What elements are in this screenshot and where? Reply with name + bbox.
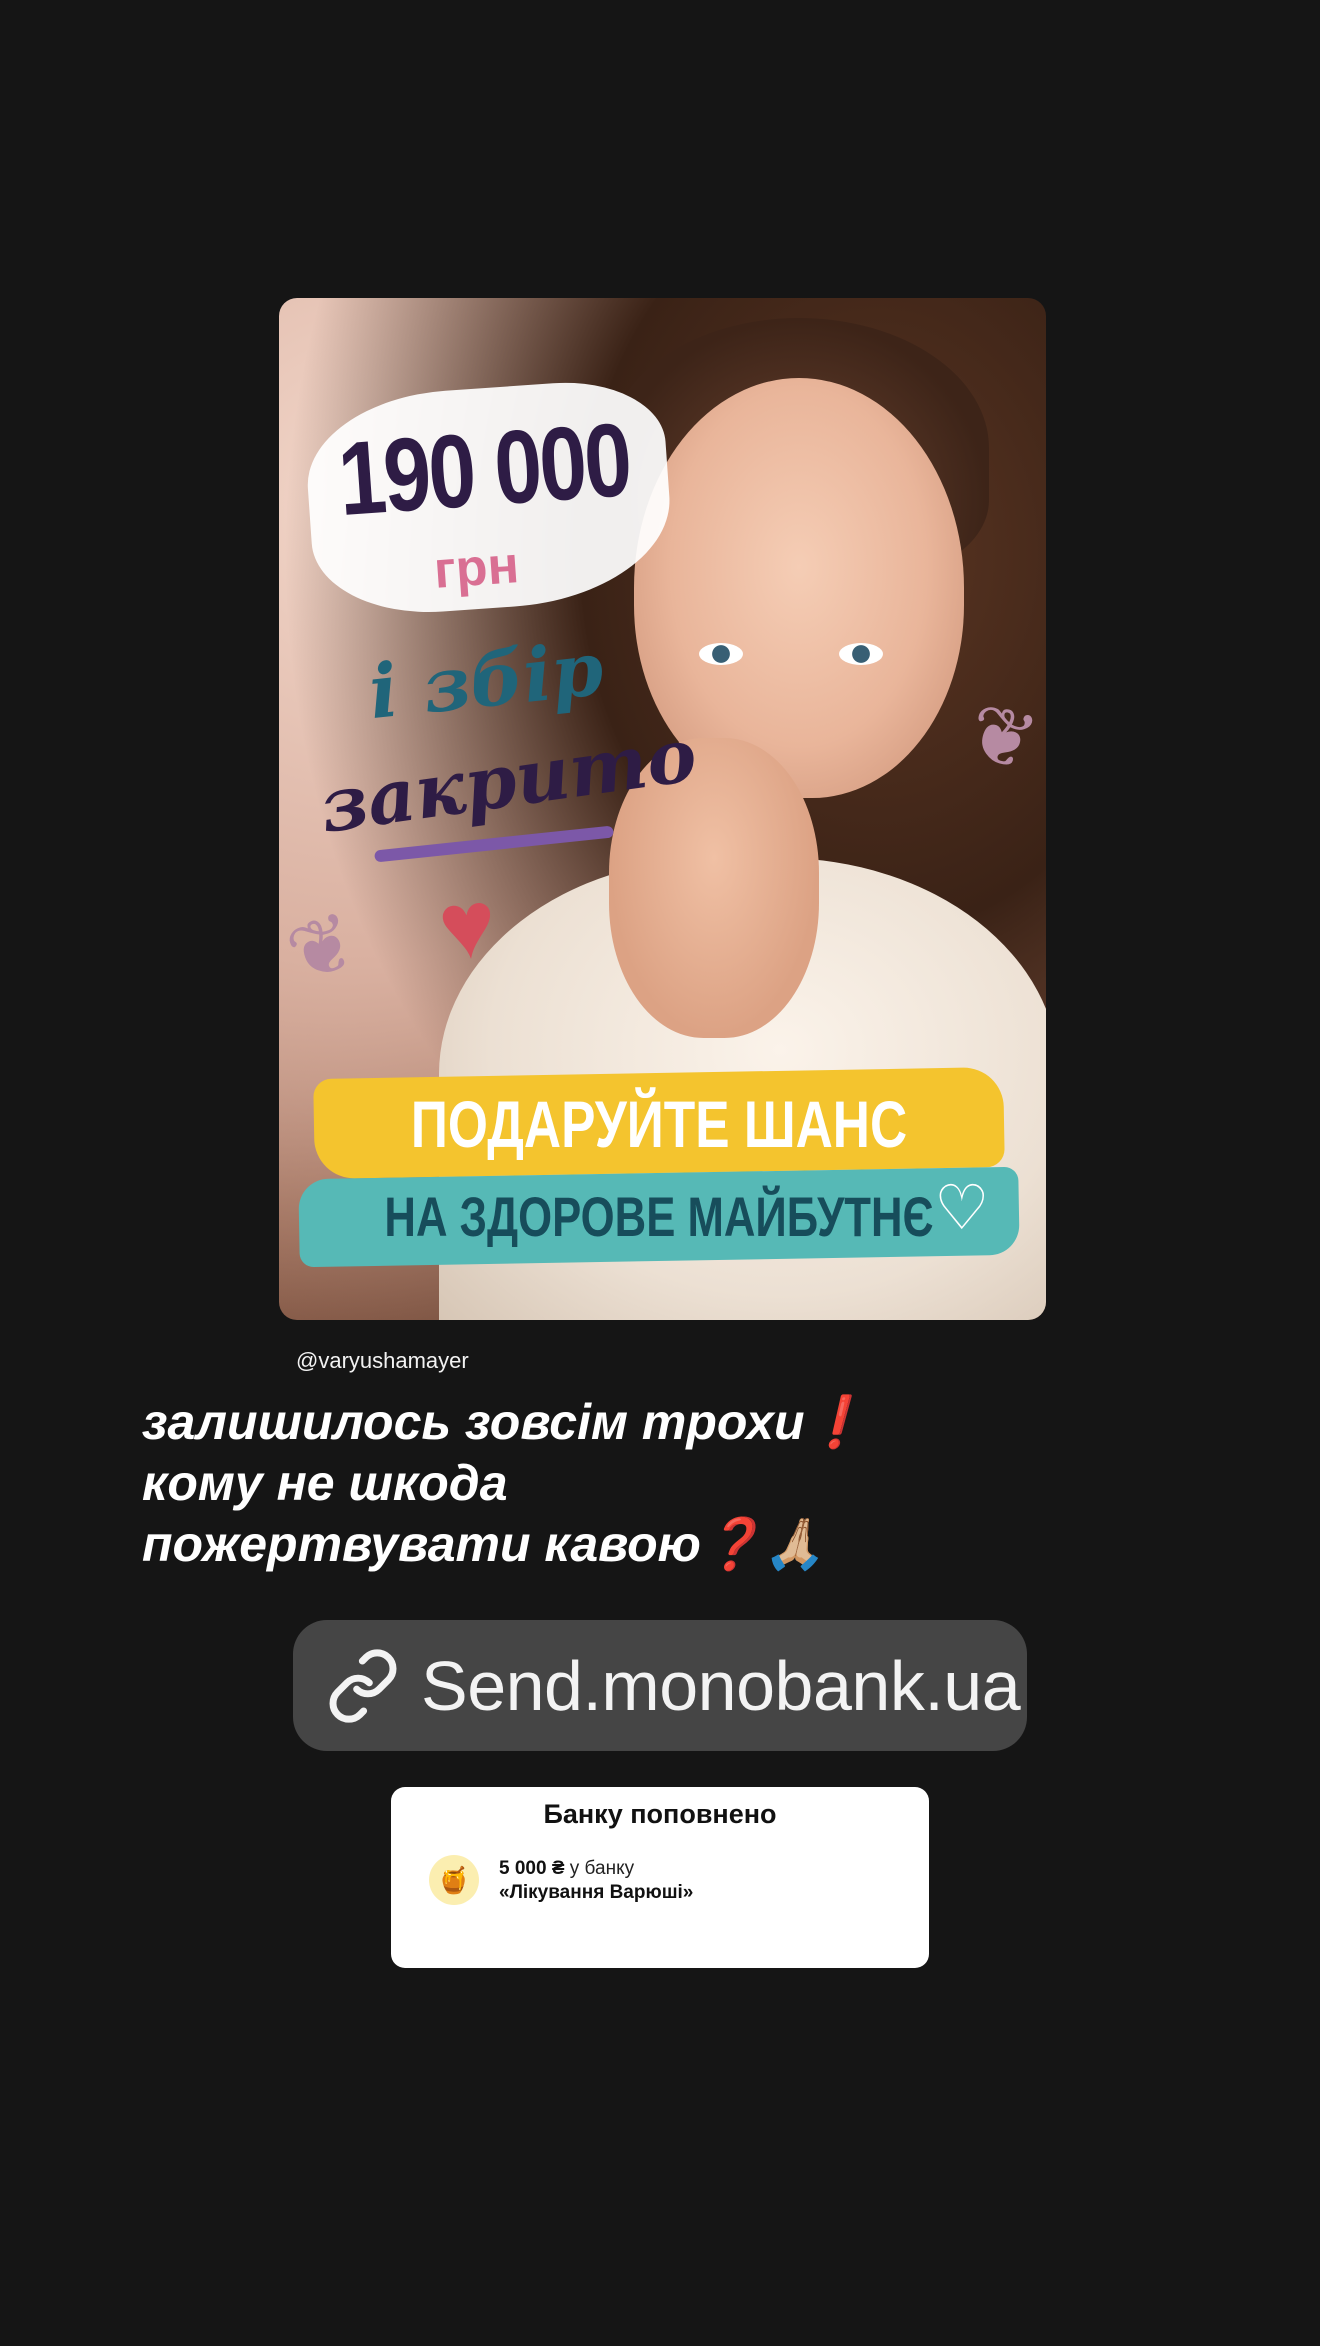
- caption-line-2: кому не шкода: [142, 1455, 508, 1511]
- poster-closed-line-1: і збір: [365, 625, 608, 737]
- jar-topup-card[interactable]: Банку поповнено 🍯 5 000 ₴ у банку «Лікув…: [391, 1787, 929, 1968]
- link-icon: [329, 1648, 397, 1723]
- link-sticker-label: Send.monobank.ua: [421, 1646, 1021, 1725]
- fundraiser-poster-image: 190 000 грн і збір закрито ♥ ❦ ❦ ПОДАРУЙ…: [279, 298, 1046, 1320]
- link-sticker[interactable]: Send.monobank.ua: [293, 1620, 1027, 1751]
- story-caption: залишилось зовсім трохи❗ кому не шкода п…: [142, 1392, 867, 1575]
- jar-card-amount: 5 000 ₴: [499, 1858, 565, 1879]
- poster-band-line-2: НА ЗДОРОВЕ МАЙБУТНЄ: [384, 1185, 934, 1248]
- jar-card-amount-suffix: у банку: [564, 1858, 635, 1879]
- caption-line-1: залишилось зовсім трохи❗: [142, 1394, 867, 1450]
- mention-tag[interactable]: @varyushamayer: [296, 1348, 469, 1374]
- caption-line-3: пожертвувати кавою❓🙏🏼: [142, 1516, 826, 1572]
- heart-icon: ♥: [433, 869, 502, 982]
- poster-currency: грн: [432, 536, 521, 600]
- small-heart-icon: ♡: [934, 1174, 990, 1243]
- jar-card-name: «Лікування Варюші»: [499, 1882, 694, 1903]
- jar-card-title: Банку поповнено: [543, 1799, 777, 1829]
- jar-icon: 🍯: [429, 1855, 479, 1905]
- girl-eye-left: [699, 643, 743, 665]
- twig-icon: ❦: [958, 685, 1046, 790]
- jar-card-amount-line: 5 000 ₴ у банку: [499, 1858, 634, 1880]
- girl-eye-right: [839, 643, 883, 665]
- poster-amount: 190 000: [334, 401, 634, 539]
- poster-band-line-1: ПОДАРУЙТЕ ШАНС: [410, 1087, 908, 1161]
- twig-icon: ❦: [279, 894, 370, 1001]
